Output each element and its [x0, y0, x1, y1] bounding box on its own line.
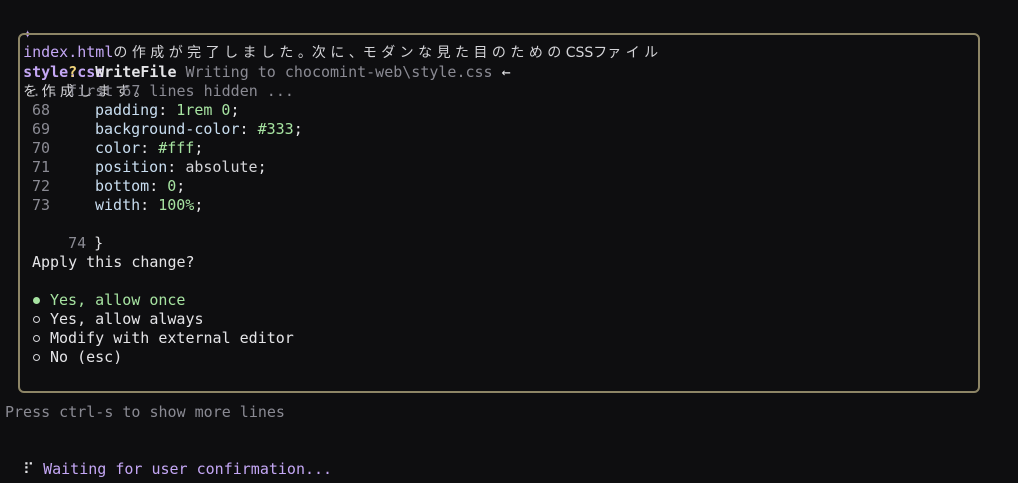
css-value: 1rem 0	[176, 101, 231, 119]
confirm-option-1[interactable]: Yes, allow once	[32, 291, 185, 310]
line-number: 72	[32, 177, 51, 195]
spinner-icon: ⠏	[23, 460, 35, 478]
code-text: }	[94, 234, 104, 252]
confirm-option-4[interactable]: No (esc)	[32, 348, 122, 367]
code-line: 70 color: #fff;	[32, 139, 204, 157]
css-value: 100%	[158, 196, 195, 214]
line-number: 69	[32, 120, 51, 138]
css-property: position	[95, 158, 168, 176]
css-property: bottom	[95, 177, 150, 195]
assistant-message: ✦ index.htmlの 作 成 が 完 了 し ま し た 。次 に 、モ …	[5, 5, 663, 100]
line-number: 74	[68, 234, 87, 252]
code-line: 71 position: absolute;	[32, 158, 267, 176]
line-number: 71	[32, 158, 51, 176]
css-property: width	[95, 196, 141, 214]
code-line: 69 background-color: #333;	[32, 120, 303, 138]
css-value: #fff	[158, 139, 195, 157]
line-number: 73	[32, 196, 51, 214]
option-label: No (esc)	[50, 348, 123, 366]
option-label: Yes, allow once	[50, 291, 186, 309]
css-property: background-color	[95, 120, 240, 138]
tool-confirmation-dialog: ? WriteFile Writing to chocomint-web\sty…	[18, 33, 980, 393]
pending-status-icon: ?	[68, 63, 78, 81]
radio-empty-icon	[32, 310, 50, 329]
confirm-option-2[interactable]: Yes, allow always	[32, 310, 204, 329]
radio-selected-icon	[32, 291, 50, 310]
option-label: Yes, allow always	[50, 310, 204, 328]
radio-empty-icon	[32, 348, 50, 367]
arrow-left-icon: ←	[501, 63, 511, 81]
option-label: Modify with external editor	[50, 329, 294, 347]
confirm-option-3[interactable]: Modify with external editor	[32, 329, 294, 348]
css-property: color	[95, 139, 141, 157]
line-number: 68	[32, 101, 51, 119]
closing-brace-line: 74}	[32, 215, 103, 252]
waiting-status: Waiting for user confirmation...	[43, 460, 333, 478]
css-property: padding	[95, 101, 159, 119]
confirm-question: Apply this change?	[32, 253, 195, 271]
code-line: 72 bottom: 0;	[32, 177, 186, 195]
css-value: absolute	[185, 158, 258, 176]
tool-header: ? WriteFile Writing to chocomint-web\sty…	[32, 44, 511, 81]
tool-description: Writing to chocomint-web\style.css	[185, 63, 493, 81]
status-line: ⠏ Waiting for user confirmation...	[5, 441, 332, 478]
tool-name: WriteFile	[95, 63, 177, 81]
line-number: 70	[32, 139, 51, 157]
css-value: 0	[167, 177, 177, 195]
radio-empty-icon	[32, 329, 50, 348]
code-line: 73 width: 100%;	[32, 196, 204, 214]
css-value: #333	[257, 120, 294, 138]
hidden-lines-note: ... first 67 lines hidden ...	[32, 82, 294, 100]
show-more-hint: Press ctrl-s to show more lines	[5, 403, 285, 421]
code-line: 68 padding: 1rem 0;	[32, 101, 240, 119]
